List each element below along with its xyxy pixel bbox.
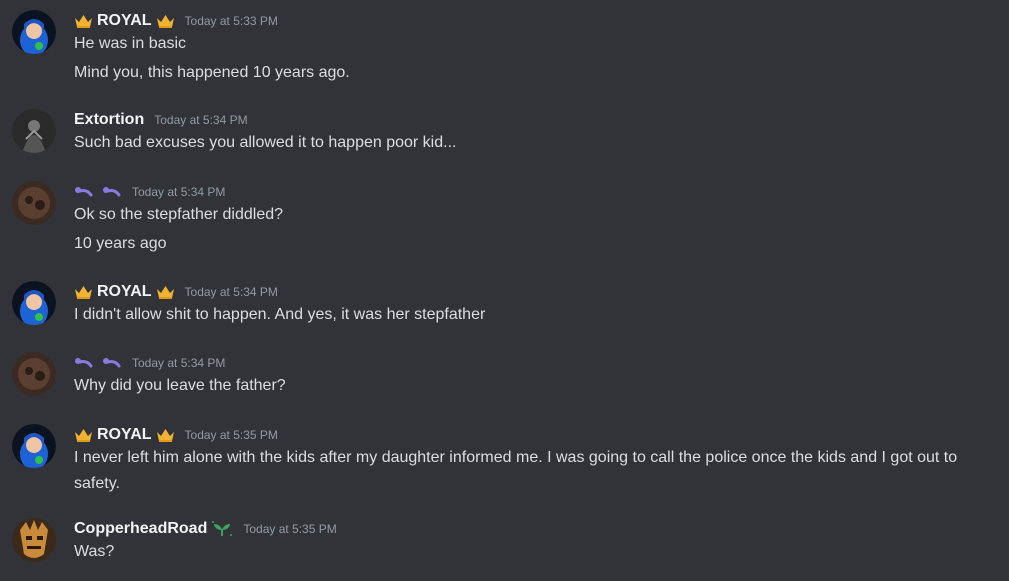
avatar[interactable] bbox=[12, 281, 56, 325]
message-text: Ok so the stepfather diddled? bbox=[74, 206, 284, 223]
message-header: Extortion Today at 5:34 PM bbox=[74, 109, 248, 131]
message-text: Why did you leave the father? bbox=[74, 377, 286, 394]
message-text: 10 years ago bbox=[74, 235, 167, 252]
pill-icon bbox=[74, 357, 94, 369]
sprout-icon bbox=[211, 520, 233, 538]
message-text: Mind you, this happened 10 years ago. bbox=[74, 64, 350, 81]
message-header: ROYAL Today at 5:33 PM bbox=[74, 10, 278, 32]
message-header: ROYAL Today at 5:34 PM bbox=[74, 281, 278, 303]
message-text: I never left him alone with the kids aft… bbox=[74, 449, 958, 492]
timestamp[interactable]: Today at 5:34 PM bbox=[185, 285, 278, 299]
message-text: Was? bbox=[74, 543, 115, 560]
timestamp[interactable]: Today at 5:35 PM bbox=[243, 522, 336, 536]
username[interactable]: ROYAL bbox=[97, 283, 152, 301]
pill-icon bbox=[74, 186, 94, 198]
timestamp[interactable]: Today at 5:34 PM bbox=[132, 356, 225, 370]
timestamp[interactable]: Today at 5:34 PM bbox=[132, 185, 225, 199]
message-header: ROYAL Today at 5:35 PM bbox=[74, 424, 278, 446]
message-header: CopperheadRoad Today at 5:35 PM bbox=[74, 518, 337, 540]
avatar[interactable] bbox=[12, 424, 56, 468]
avatar[interactable] bbox=[12, 181, 56, 225]
message-text: I didn't allow shit to happen. And yes, … bbox=[74, 306, 486, 323]
timestamp[interactable]: Today at 5:33 PM bbox=[185, 14, 278, 28]
username[interactable]: ROYAL bbox=[97, 426, 152, 444]
crown-icon bbox=[156, 14, 175, 29]
avatar[interactable] bbox=[12, 518, 56, 562]
crown-icon bbox=[74, 428, 93, 443]
crown-icon bbox=[156, 428, 175, 443]
pill-icon bbox=[102, 186, 122, 198]
message-header: Today at 5:34 PM bbox=[74, 352, 225, 374]
crown-icon bbox=[156, 285, 175, 300]
timestamp[interactable]: Today at 5:34 PM bbox=[154, 113, 247, 127]
username[interactable]: Extortion bbox=[74, 111, 144, 129]
message-text: He was in basic bbox=[74, 35, 187, 52]
crown-icon bbox=[74, 14, 93, 29]
avatar[interactable] bbox=[12, 109, 56, 153]
message-header: Today at 5:34 PM bbox=[74, 181, 225, 203]
avatar[interactable] bbox=[12, 352, 56, 396]
crown-icon bbox=[74, 285, 93, 300]
pill-icon bbox=[102, 357, 122, 369]
avatar[interactable] bbox=[12, 10, 56, 54]
username[interactable]: ROYAL bbox=[97, 12, 152, 30]
timestamp[interactable]: Today at 5:35 PM bbox=[185, 428, 278, 442]
message-text: Such bad excuses you allowed it to happe… bbox=[74, 134, 457, 151]
username[interactable]: CopperheadRoad bbox=[74, 520, 207, 538]
